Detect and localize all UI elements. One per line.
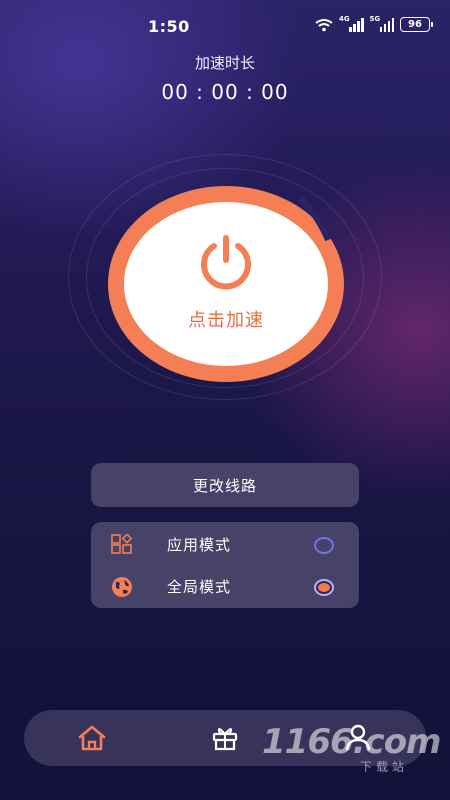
globe-icon (112, 577, 132, 597)
signal-icon: 5G (369, 14, 394, 32)
change-route-button[interactable]: 更改线路 (91, 463, 359, 507)
mode-label-global: 全局模式 (167, 577, 232, 596)
signal-icon: 4G (339, 14, 364, 32)
boost-label: 点击加速 (188, 310, 264, 331)
power-icon (201, 235, 251, 290)
mode-label-app: 应用模式 (167, 535, 232, 554)
status-icons: 4G 5G 96 (315, 14, 433, 32)
site-watermark: 1166.com 下载站 (262, 722, 441, 774)
watermark-sub: 下载站 (360, 760, 409, 774)
boost-button[interactable]: 点击加速 (108, 186, 344, 382)
app-grid-icon (111, 534, 133, 554)
gift-icon[interactable] (209, 722, 241, 754)
radio-global-mode[interactable] (314, 579, 334, 596)
network-label-1: 4G (339, 14, 350, 23)
mode-panel: 应用模式 全局模式 (91, 522, 359, 608)
battery-icon: 96 (400, 17, 433, 32)
battery-level: 96 (408, 19, 422, 30)
boost-area: 点击加速 (0, 140, 450, 420)
radio-app-mode[interactable] (314, 537, 334, 554)
network-label-2: 5G (369, 14, 381, 23)
mode-option-global[interactable]: 全局模式 (91, 566, 359, 606)
duration-timer: 00 : 00 : 00 (161, 80, 289, 104)
wifi-icon (315, 18, 333, 31)
change-route-label: 更改线路 (192, 476, 257, 495)
mode-option-app[interactable]: 应用模式 (91, 524, 359, 564)
duration-label: 加速时长 (194, 54, 255, 72)
watermark-main: 1166.com (262, 722, 441, 762)
status-time: 1:50 (148, 17, 190, 36)
status-bar: 1:50 4G 5G 96 (0, 0, 450, 52)
home-icon[interactable] (76, 722, 108, 754)
